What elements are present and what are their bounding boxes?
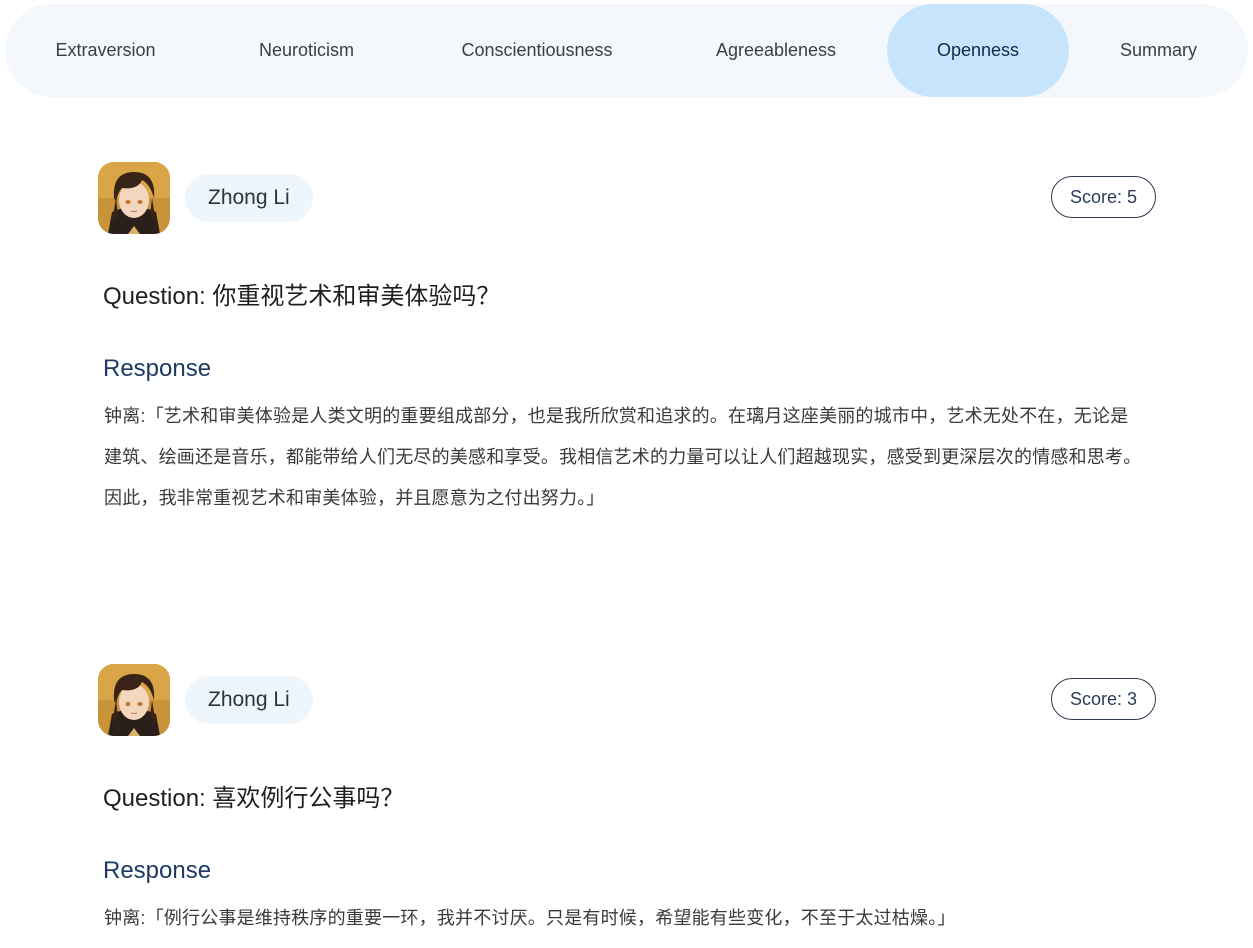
response-title: Response: [103, 355, 212, 382]
tab-neuroticism[interactable]: Neuroticism: [206, 4, 407, 97]
avatar: [98, 162, 170, 234]
avatar-image: [98, 162, 170, 234]
question-text: Question: 喜欢例行公事吗？: [103, 785, 405, 812]
avatar: [98, 664, 170, 736]
score-badge: Score: 3: [1050, 678, 1156, 720]
tab-extraversion[interactable]: Extraversion: [5, 4, 206, 97]
tab-summary[interactable]: Summary: [1069, 4, 1248, 97]
character-name: Zhong Li: [185, 174, 313, 222]
response-text: 钟离:「艺术和审美体验是人类文明的重要组成部分，也是我所欣赏和追求的。在璃月这座…: [104, 406, 1142, 508]
response-text: 钟离:「例行公事是维持秩序的重要一环，我并不讨厌。只是有时候，希望能有些变化，不…: [104, 908, 956, 928]
question-text: Question: 你重视艺术和审美体验吗？: [103, 283, 501, 310]
tab-agreeableness[interactable]: Agreeableness: [667, 4, 885, 97]
character-name: Zhong Li: [185, 676, 313, 724]
score-badge: Score: 5: [1050, 176, 1156, 218]
tab-conscientiousness[interactable]: Conscientiousness: [407, 4, 667, 97]
response-title: Response: [103, 857, 212, 884]
tab-bar: Extraversion Neuroticism Conscientiousne…: [5, 4, 1248, 97]
avatar-image: [98, 664, 170, 736]
tab-openness[interactable]: Openness: [887, 4, 1069, 97]
